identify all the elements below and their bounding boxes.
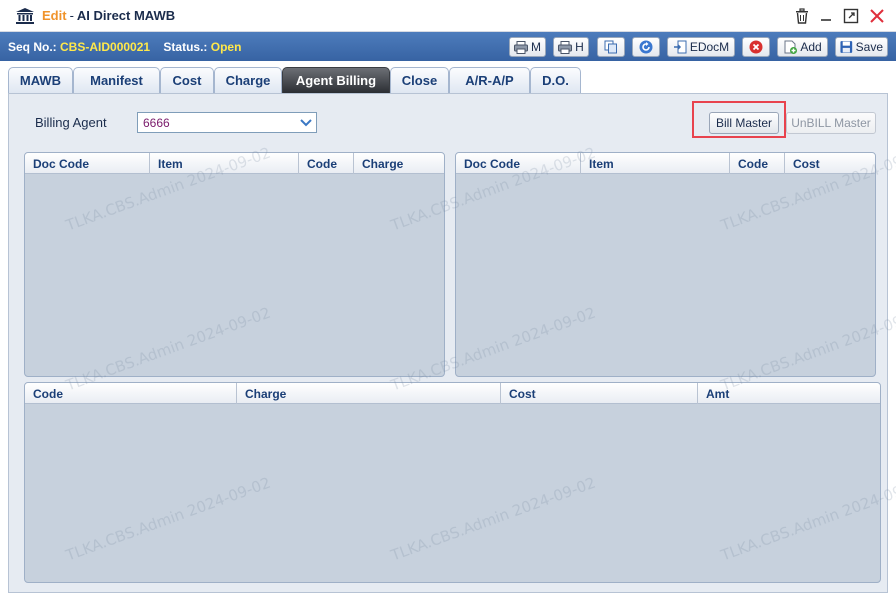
unbill-master-button[interactable]: UnBILL Master (786, 112, 876, 134)
column-item[interactable]: Item (150, 153, 299, 174)
bank-icon (16, 8, 34, 24)
column-cost[interactable]: Cost (785, 153, 875, 174)
save-label: Save (855, 40, 883, 54)
tab-agent-billing[interactable]: Agent Billing (282, 67, 390, 93)
window-titlebar: Edit - AI Direct MAWB (0, 0, 896, 32)
add-label: Add (800, 40, 822, 54)
grid-header: Doc Code Item Code Cost (456, 153, 875, 174)
print-h-button[interactable]: H (553, 37, 589, 57)
chevron-down-icon[interactable] (299, 116, 313, 129)
seq-value: CBS-AID000021 (60, 40, 151, 54)
title-separator: - (69, 8, 74, 23)
column-code[interactable]: Code (730, 153, 785, 174)
tab-cost[interactable]: Cost (160, 67, 214, 93)
billing-agent-label: Billing Agent (35, 115, 107, 130)
column-amt[interactable]: Amt (698, 383, 880, 404)
billing-agent-select[interactable]: 6666 (137, 112, 317, 133)
save-button[interactable]: Save (835, 37, 888, 57)
column-doc-code[interactable]: Doc Code (456, 153, 581, 174)
status-value: Open (210, 40, 242, 54)
column-charge[interactable]: Charge (237, 383, 501, 404)
record-info: Seq No.: CBS-AID000021 Status.: Open (8, 40, 241, 54)
delete-button[interactable] (742, 37, 770, 57)
refresh-icon (639, 40, 653, 54)
cancel-circle-icon (749, 40, 763, 54)
record-header-bar: Seq No.: CBS-AID000021 Status.: Open M H… (0, 32, 896, 61)
column-item[interactable]: Item (581, 153, 730, 174)
column-doc-code[interactable]: Doc Code (25, 153, 150, 174)
tab-mawb[interactable]: MAWB (8, 67, 73, 93)
maximize-icon[interactable] (843, 8, 859, 24)
print-h-label: H (575, 40, 584, 54)
column-code[interactable]: Code (299, 153, 354, 174)
grid-header: Code Charge Cost Amt (25, 383, 880, 404)
bill-master-button[interactable]: Bill Master (709, 112, 779, 134)
column-cost[interactable]: Cost (501, 383, 698, 404)
trash-icon[interactable] (794, 8, 810, 24)
print-m-label: M (531, 40, 541, 54)
window-title-text: AI Direct MAWB (76, 8, 176, 23)
print-m-button[interactable]: M (509, 37, 546, 57)
column-charge[interactable]: Charge (354, 153, 444, 174)
edocm-button[interactable]: EDocM (667, 37, 735, 57)
status-label: Status.: (163, 40, 208, 54)
floppy-disk-icon (840, 41, 853, 53)
minimize-icon[interactable] (818, 8, 834, 24)
window-title: Edit - AI Direct MAWB (42, 8, 175, 23)
tab-charge[interactable]: Charge (214, 67, 282, 93)
copy-icon (604, 40, 617, 54)
add-button[interactable]: Add (777, 37, 828, 57)
cost-items-grid[interactable]: Doc Code Item Code Cost (455, 152, 876, 377)
grid-header: Doc Code Item Code Charge (25, 153, 444, 174)
copy-button[interactable] (597, 37, 625, 57)
tab-ar-ap[interactable]: A/R-A/P (449, 67, 530, 93)
add-document-icon (784, 40, 798, 54)
tab-close[interactable]: Close (390, 67, 449, 93)
tab-do[interactable]: D.O. (530, 67, 581, 93)
seq-label: Seq No.: (8, 40, 57, 54)
tab-manifest[interactable]: Manifest (73, 67, 160, 93)
edocm-label: EDocM (689, 40, 730, 54)
column-code[interactable]: Code (25, 383, 237, 404)
close-icon[interactable] (869, 8, 885, 24)
printer-icon (558, 40, 573, 54)
edit-mode-label: Edit (42, 8, 67, 23)
charge-items-grid[interactable]: Doc Code Item Code Charge (24, 152, 445, 377)
billing-summary-grid[interactable]: Code Charge Cost Amt (24, 382, 881, 583)
printer-icon (514, 40, 528, 54)
refresh-button[interactable] (632, 37, 660, 57)
document-import-icon (673, 40, 687, 54)
billing-agent-value: 6666 (143, 116, 170, 130)
